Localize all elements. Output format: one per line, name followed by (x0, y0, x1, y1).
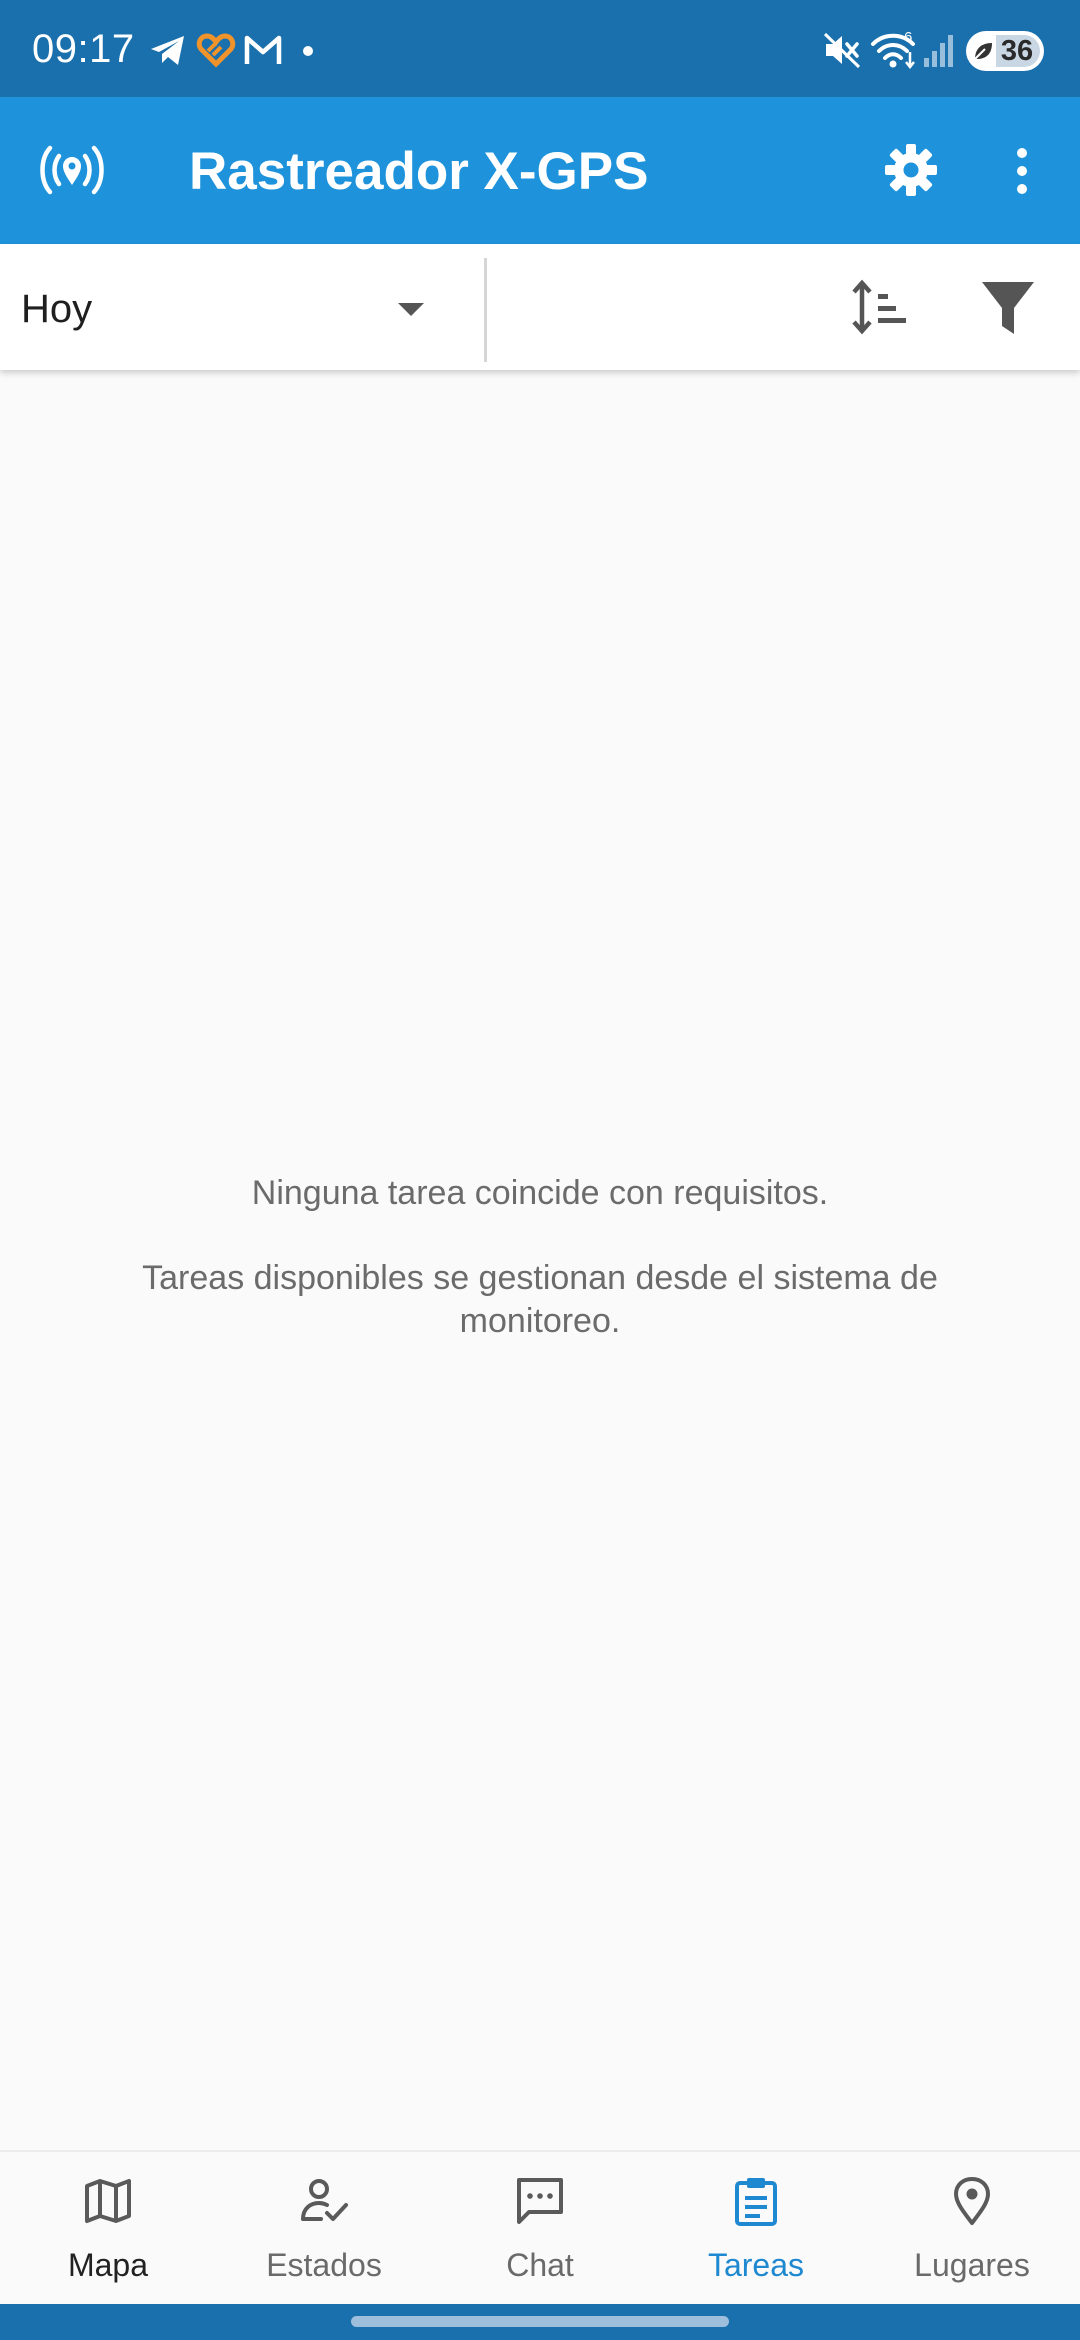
status-time: 09:17 (32, 27, 135, 71)
network-type-badge: 6 (904, 29, 913, 46)
mute-icon (823, 32, 861, 69)
gps-broadcast-icon[interactable] (38, 143, 106, 197)
battery-percentage: 36 (1000, 35, 1034, 67)
filter-divider (484, 258, 487, 362)
empty-state-title: Ninguna tarea coincide con requisitos. (251, 1174, 829, 1212)
nav-label-mapa: Mapa (67, 2247, 149, 2283)
filter-icon[interactable] (980, 280, 1036, 336)
empty-state: Ninguna tarea coincide con requisitos. T… (60, 1172, 1020, 1343)
nav-item-tareas[interactable]: Tareas (648, 2152, 864, 2306)
nav-item-mapa[interactable]: Mapa (0, 2152, 216, 2306)
gmail-icon (244, 35, 282, 64)
nav-item-lugares[interactable]: Lugares (864, 2152, 1080, 2306)
period-dropdown-value: Hoy (21, 287, 93, 331)
bottom-navigation: Mapa Estados Chat Tareas Lugares (0, 2150, 1080, 2306)
nav-label-chat: Chat (506, 2247, 574, 2283)
location-pin-icon (954, 2177, 990, 2225)
clipboard-icon (735, 2178, 777, 2226)
battery-icon: 36 (966, 31, 1044, 71)
gear-icon[interactable] (883, 142, 939, 198)
gesture-handle[interactable] (351, 2316, 729, 2327)
nav-item-chat[interactable]: Chat (432, 2152, 648, 2306)
nav-item-estados[interactable]: Estados (216, 2152, 432, 2306)
sort-icon[interactable] (852, 279, 908, 335)
signal-icon (924, 35, 953, 67)
person-check-icon (301, 2179, 348, 2221)
chevron-down-icon (398, 303, 424, 316)
battery-saver-leaf-icon (974, 43, 992, 60)
more-vert-icon[interactable] (1008, 145, 1036, 197)
gesture-navigation-area (0, 2304, 1080, 2340)
heart-app-icon (196, 33, 236, 68)
dot-icon (303, 46, 313, 56)
map-icon (85, 2179, 131, 2223)
chat-icon (517, 2178, 563, 2224)
nav-label-lugares: Lugares (914, 2247, 1030, 2283)
telegram-icon (151, 36, 184, 65)
wifi-icon (871, 33, 915, 70)
status-bar: 09:17 6 36 (0, 0, 1080, 97)
app-title: Rastreador X-GPS (189, 142, 649, 201)
empty-state-description: Tareas disponibles se gestionan desde el… (142, 1259, 938, 1340)
nav-label-estados: Estados (266, 2247, 382, 2283)
filter-bar: Hoy (0, 244, 1080, 370)
period-dropdown[interactable]: Hoy (0, 244, 484, 370)
nav-label-tareas: Tareas (707, 2247, 805, 2283)
app-bar: Rastreador X-GPS (0, 97, 1080, 244)
